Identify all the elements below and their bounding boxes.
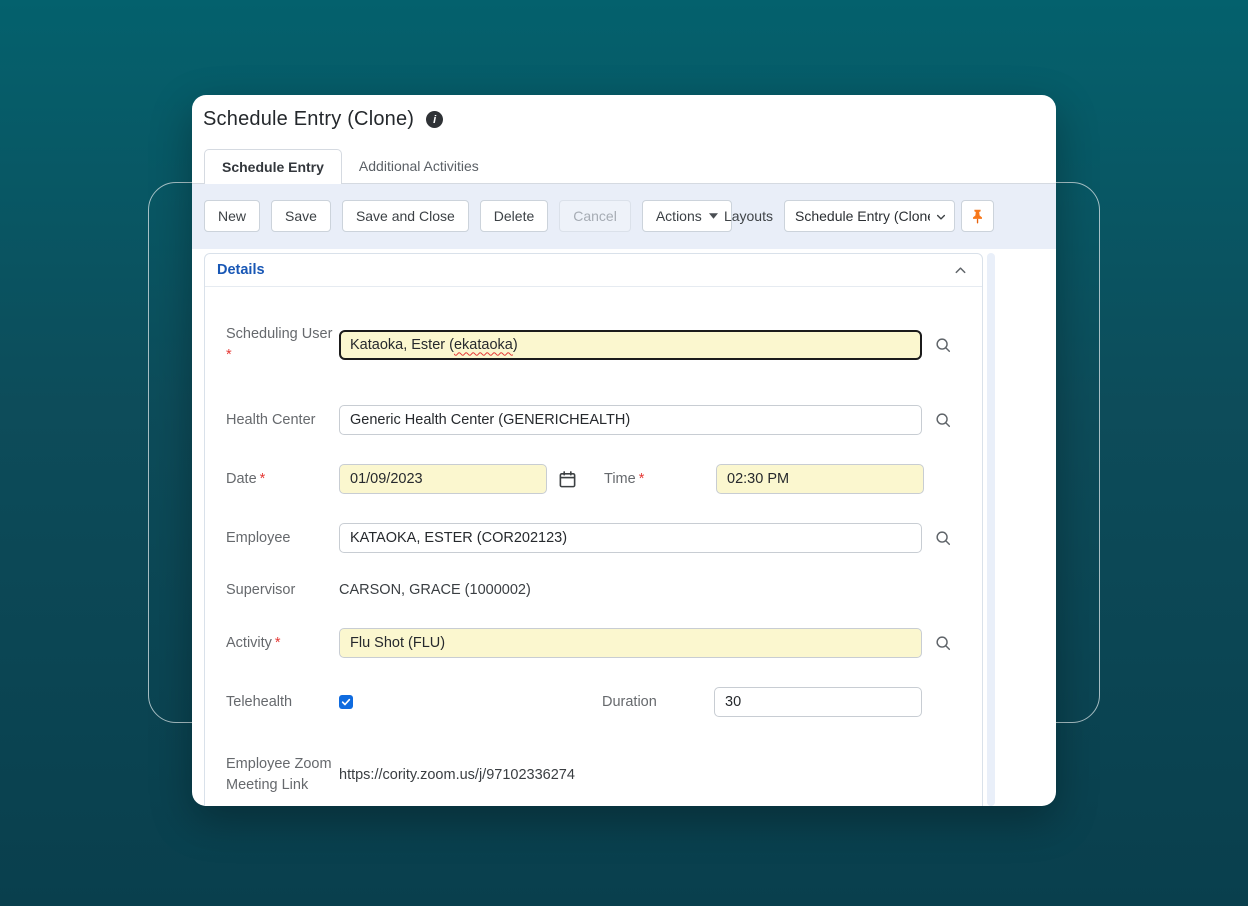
layouts-label: Layouts [724, 208, 773, 224]
calendar-icon [558, 470, 577, 489]
supervisor-value: CARSON, GRACE (1000002) [339, 582, 531, 598]
scheduling-user-value-suffix: ) [513, 337, 518, 353]
activity-label: Activity* [226, 633, 339, 654]
activity-input[interactable] [339, 628, 922, 658]
save-and-close-button[interactable]: Save and Close [342, 200, 469, 232]
scheduling-user-label: Scheduling User* [226, 324, 339, 366]
health-center-label: Health Center [226, 410, 339, 431]
zoom-link-label: Employee Zoom Meeting Link [226, 754, 339, 796]
duration-label: Duration [602, 694, 714, 710]
form-row-employee: Employee [226, 523, 961, 553]
activity-lookup-button[interactable] [934, 634, 952, 652]
tab-additional-activities[interactable]: Additional Activities [342, 149, 496, 183]
details-section: Details Scheduling User* Kataoka, Ester … [204, 253, 983, 806]
details-header: Details [205, 254, 982, 287]
layout-select-value: Schedule Entry (Clone) [795, 208, 930, 224]
chevron-up-icon [953, 263, 968, 278]
toolbar: New Save Save and Close Delete Cancel Ac… [192, 184, 1056, 249]
tab-schedule-entry[interactable]: Schedule Entry [204, 149, 342, 184]
telehealth-label: Telehealth [226, 692, 339, 713]
scheduling-user-value-misspelled: ekataoka [454, 337, 513, 353]
chevron-down-icon [935, 211, 947, 223]
collapse-section-button[interactable] [951, 261, 970, 280]
required-marker: * [260, 471, 266, 487]
save-button[interactable]: Save [271, 200, 331, 232]
date-input[interactable] [339, 464, 547, 494]
cancel-button[interactable]: Cancel [559, 200, 631, 232]
scheduling-user-lookup-button[interactable] [934, 336, 952, 354]
required-marker: * [226, 345, 339, 366]
pin-icon [969, 208, 986, 225]
scheduling-user-input[interactable]: Kataoka, Ester (ekataoka) [339, 330, 922, 360]
pin-layout-button[interactable] [961, 200, 994, 232]
toolbar-buttons: New Save Save and Close Delete Cancel Ac… [204, 200, 732, 232]
form-row-health-center: Health Center [226, 405, 961, 435]
delete-button[interactable]: Delete [480, 200, 548, 232]
employee-label: Employee [226, 528, 339, 549]
form-row-supervisor: Supervisor CARSON, GRACE (1000002) [226, 580, 961, 600]
date-picker-button[interactable] [558, 470, 577, 489]
search-icon [934, 411, 952, 429]
actions-button[interactable]: Actions [642, 200, 732, 232]
telehealth-checkbox[interactable] [339, 695, 353, 709]
layout-select[interactable]: Schedule Entry (Clone) [784, 200, 955, 232]
form-row-activity: Activity* [226, 628, 961, 658]
time-input[interactable] [716, 464, 924, 494]
form-row-date-time: Date* Time* [226, 464, 961, 494]
form-row-telehealth-duration: Telehealth Duration [226, 687, 961, 717]
checkmark-icon [341, 697, 351, 707]
form-row-zoom-link: Employee Zoom Meeting Link https://corit… [226, 743, 961, 806]
supervisor-label: Supervisor [226, 580, 339, 601]
employee-input[interactable] [339, 523, 922, 553]
scrollbar-track[interactable] [987, 253, 995, 806]
schedule-entry-dialog: Schedule Entry (Clone) i Schedule Entry … [192, 95, 1056, 806]
required-marker: * [639, 471, 645, 487]
layouts-group: Layouts Schedule Entry (Clone) [724, 200, 994, 232]
dialog-header: Schedule Entry (Clone) i [203, 108, 443, 131]
search-icon [934, 634, 952, 652]
tab-label: Additional Activities [359, 158, 479, 174]
date-label: Date* [226, 469, 339, 490]
tab-bar: Schedule Entry Additional Activities [192, 150, 1056, 184]
scheduling-user-value: Kataoka, Ester ( [350, 337, 454, 353]
search-icon [934, 529, 952, 547]
actions-label: Actions [656, 208, 702, 224]
form-row-scheduling-user: Scheduling User* Kataoka, Ester (ekataok… [226, 313, 961, 376]
employee-lookup-button[interactable] [934, 529, 952, 547]
health-center-input[interactable] [339, 405, 922, 435]
caret-down-icon [709, 213, 718, 219]
time-label: Time* [604, 471, 716, 487]
health-center-lookup-button[interactable] [934, 411, 952, 429]
details-section-title[interactable]: Details [217, 262, 265, 278]
duration-input[interactable] [714, 687, 922, 717]
info-icon[interactable]: i [426, 111, 443, 128]
zoom-link-value: https://cority.zoom.us/j/97102336274 [339, 767, 575, 783]
page-title: Schedule Entry (Clone) [203, 108, 414, 131]
new-button[interactable]: New [204, 200, 260, 232]
required-marker: * [275, 635, 281, 651]
tab-label: Schedule Entry [222, 159, 324, 175]
search-icon [934, 336, 952, 354]
